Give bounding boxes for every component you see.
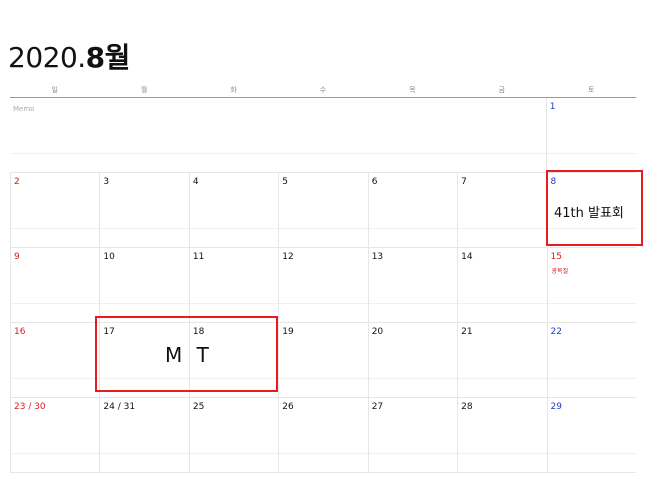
day-number: 13 — [371, 252, 384, 262]
day-number: 29 — [550, 402, 562, 412]
day-cell[interactable]: 21 — [457, 323, 546, 397]
day-cell[interactable]: 27 — [367, 398, 457, 472]
day-cell[interactable]: 9 — [10, 248, 99, 322]
day-number: 20 — [371, 327, 384, 337]
day-number: 3 — [103, 177, 110, 187]
day-cell[interactable]: 22 — [546, 323, 636, 397]
day-number: 19 — [282, 327, 294, 337]
event-label: M T — [165, 343, 213, 367]
day-number: 1 — [549, 102, 556, 112]
day-cell[interactable]: 13 — [367, 248, 457, 322]
weekday-tue: 화 — [230, 86, 237, 94]
day-number: 28 — [461, 402, 473, 412]
day-cell[interactable]: 5 — [278, 173, 367, 247]
day-cell[interactable]: 16 — [10, 323, 99, 397]
day-number: 11 — [192, 252, 205, 262]
day-number: 12 — [282, 252, 294, 262]
day-number: 10 — [103, 252, 115, 262]
day-cell[interactable]: 2 — [10, 173, 99, 247]
week-row-3: 9 10 11 12 13 14 15 광복절 — [10, 248, 636, 323]
day-cell[interactable]: 23 / 30 — [10, 398, 99, 472]
day-cell[interactable]: 10 — [99, 248, 188, 322]
day-number: 27 — [371, 402, 384, 412]
day-number: 14 — [461, 252, 473, 262]
day-cell[interactable]: 6 — [367, 173, 457, 247]
weekday-sat: 토 — [588, 86, 595, 94]
memo-label: Memo — [13, 105, 35, 113]
day-cell[interactable]: 1 — [545, 98, 636, 172]
weekday-mon: 월 — [140, 86, 148, 94]
day-cell[interactable]: 26 — [278, 398, 367, 472]
day-number: 15 — [550, 252, 562, 262]
event-highlight-presentation[interactable]: 41th 발표회 — [546, 170, 643, 246]
week-row-2: 2 3 4 5 6 7 8 — [10, 173, 636, 248]
day-cell[interactable]: 29 — [546, 398, 636, 472]
day-cell[interactable]: 28 — [457, 398, 546, 472]
memo-cell[interactable]: Memo — [10, 98, 546, 172]
day-cell[interactable]: 3 — [99, 173, 188, 247]
calendar-grid: Memo 1 2 3 4 5 6 7 8 9 10 11 12 13 14 15… — [10, 98, 636, 473]
day-cell[interactable]: 25 — [188, 398, 278, 472]
title-month: 8월 — [85, 41, 131, 74]
day-cell[interactable]: 4 — [188, 173, 278, 247]
weekday-header: 일 월 화 수 목 금 토 — [10, 83, 636, 97]
day-number: 6 — [371, 177, 378, 187]
day-number: 21 — [461, 327, 473, 337]
day-cell[interactable]: 19 — [278, 323, 367, 397]
day-number: 24 / 31 — [103, 402, 136, 412]
weekday-sun: 일 — [51, 86, 58, 94]
day-cell[interactable]: 12 — [278, 248, 367, 322]
day-cell[interactable]: 24 / 31 — [99, 398, 188, 472]
title-year: 2020. — [8, 41, 86, 74]
day-number: 25 — [192, 402, 205, 412]
day-cell[interactable]: 11 — [188, 248, 278, 322]
weekday-fri: 금 — [498, 86, 506, 94]
day-cell[interactable]: 20 — [367, 323, 457, 397]
day-number: 5 — [282, 177, 288, 187]
holiday-label: 광복절 — [551, 268, 569, 275]
event-label: 41th 발표회 — [554, 206, 624, 221]
day-number: 7 — [461, 177, 467, 187]
day-number: 16 — [14, 327, 26, 337]
page-title: 2020.8월 — [8, 36, 130, 76]
day-cell[interactable]: 15 광복절 — [546, 248, 636, 322]
week-row-5: 23 / 30 24 / 31 25 26 27 28 29 — [10, 398, 636, 473]
day-cell[interactable]: 7 — [457, 173, 546, 247]
day-number: 22 — [550, 327, 562, 337]
event-highlight-mt[interactable]: M T — [95, 316, 278, 392]
day-cell[interactable]: 14 — [457, 248, 546, 322]
day-number: 26 — [282, 402, 294, 412]
day-number: 4 — [192, 177, 199, 187]
weekday-thu: 목 — [409, 86, 416, 94]
day-number: 2 — [14, 177, 20, 187]
week-row-1: Memo 1 — [10, 98, 636, 173]
day-number: 23 / 30 — [14, 402, 46, 412]
weekday-wed: 수 — [319, 86, 327, 94]
day-number: 9 — [14, 252, 20, 262]
